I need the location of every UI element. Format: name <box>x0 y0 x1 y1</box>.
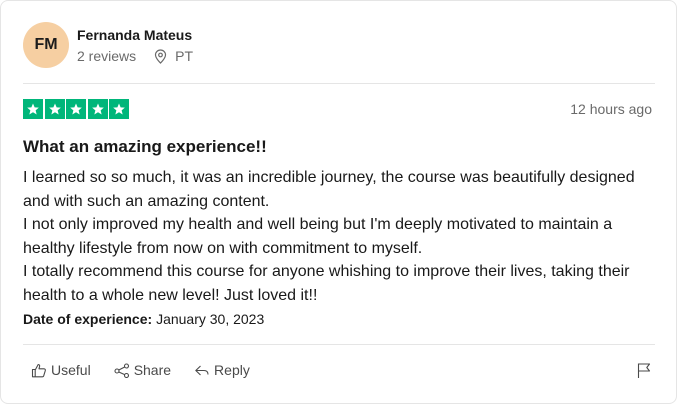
reviewer-meta: 2 reviews PT <box>77 48 193 64</box>
review-time: 12 hours ago <box>570 101 652 117</box>
header-divider <box>23 83 655 84</box>
reviewer-header: FM Fernanda Mateus 2 reviews PT <box>23 21 193 69</box>
review-paragraph: I not only improved my health and well b… <box>23 216 613 257</box>
star-icon <box>44 99 65 119</box>
avatar-initials: FM <box>34 36 58 53</box>
star-rating <box>23 99 131 119</box>
reply-label: Reply <box>214 362 250 378</box>
reviewer-name[interactable]: Fernanda Mateus <box>77 26 193 44</box>
country-code: PT <box>175 48 194 64</box>
reply-button[interactable]: Reply <box>194 362 250 378</box>
review-actions: Useful Share Reply <box>31 362 273 378</box>
reviews-count: 2 reviews <box>77 48 137 64</box>
thumbs-up-icon <box>31 363 46 377</box>
star-icon <box>87 99 108 119</box>
star-icon <box>66 99 87 119</box>
star-icon <box>109 99 130 119</box>
reply-icon <box>195 365 209 375</box>
avatar[interactable]: FM <box>23 22 69 68</box>
review-paragraph: I learned so so much, it was an incredib… <box>23 169 635 210</box>
date-of-experience: Date of experience: January 30, 2023 <box>23 311 264 327</box>
report-button[interactable] <box>636 362 652 384</box>
review-paragraph: I totally recommend this course for anyo… <box>23 263 630 304</box>
share-button[interactable]: Share <box>114 362 171 378</box>
footer-divider <box>23 344 655 345</box>
review-title[interactable]: What an amazing experience!! <box>23 137 267 157</box>
flag-icon <box>637 363 651 378</box>
location-pin-icon <box>155 48 167 64</box>
experience-date: January 30, 2023 <box>156 311 265 327</box>
useful-label: Useful <box>51 362 91 378</box>
reviewer-location: PT <box>154 48 193 64</box>
useful-button[interactable]: Useful <box>31 362 91 378</box>
review-body: I learned so so much, it was an incredib… <box>23 166 663 307</box>
experience-label: Date of experience: <box>23 311 153 327</box>
reviewer-info: Fernanda Mateus 2 reviews PT <box>77 26 193 64</box>
share-icon <box>114 362 129 378</box>
star-icon <box>23 99 43 119</box>
review-card: FM Fernanda Mateus 2 reviews PT 12 hours… <box>0 0 677 404</box>
share-label: Share <box>133 362 172 378</box>
